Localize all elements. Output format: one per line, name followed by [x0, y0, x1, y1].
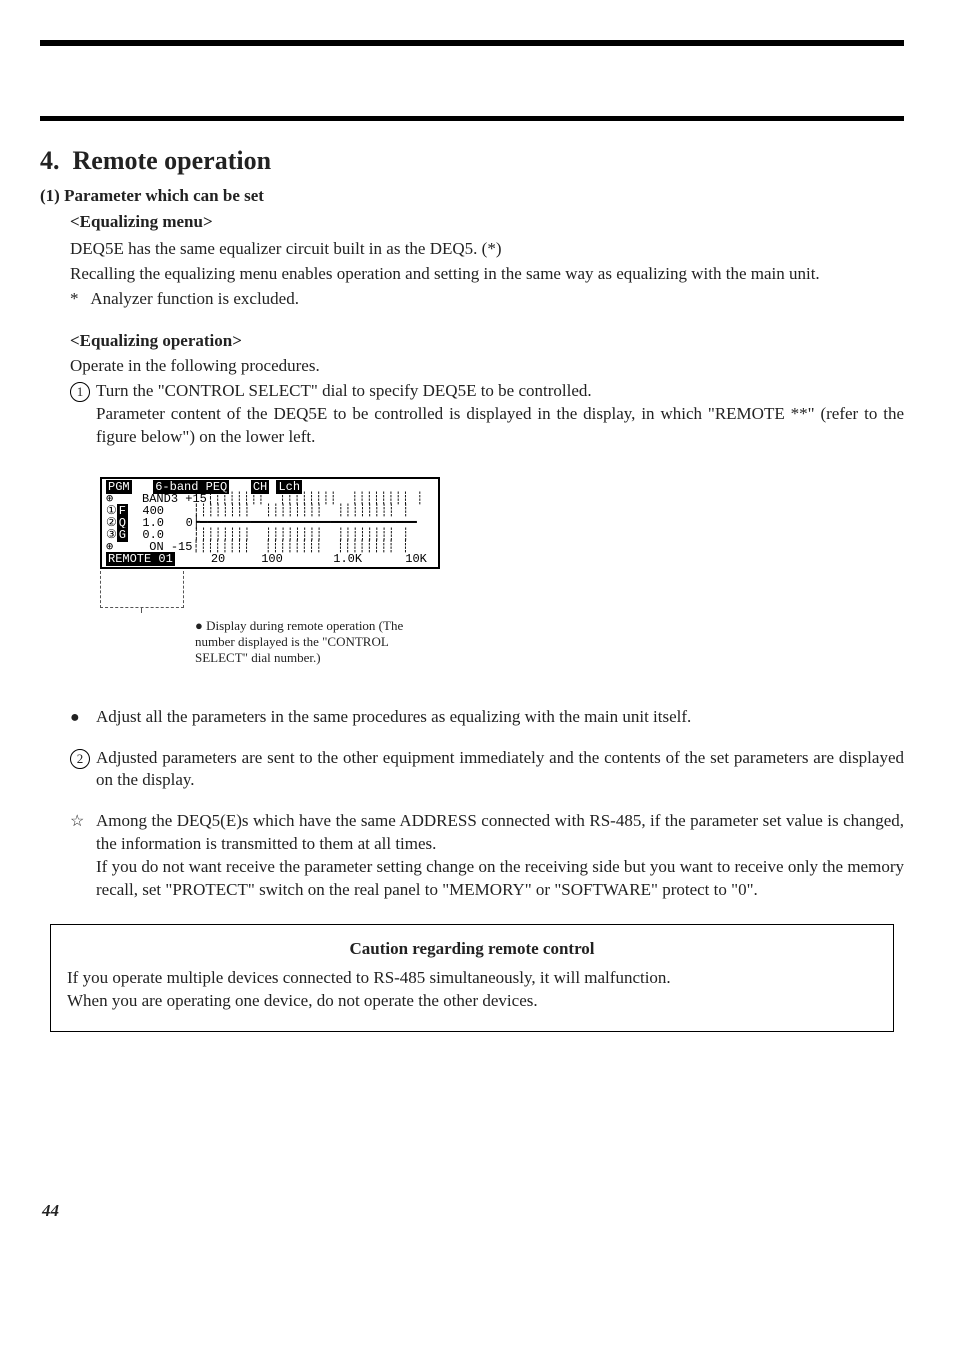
bullet-adjust: ● Adjust all the parameters in the same …: [70, 706, 904, 729]
lcd-ch-tag: CH: [251, 480, 269, 494]
lcd-axis: 20 100 1.0K 10K: [175, 552, 427, 566]
bullet-adjust-text: Adjust all the parameters in the same pr…: [96, 706, 904, 729]
step2-text: Adjusted parameters are sent to the othe…: [96, 747, 904, 793]
equalizing-menu-heading: <Equalizing menu>: [70, 212, 904, 232]
lcd-figure: PGM 6-band PEQ CH Lch ⊕ BAND3 +15┆┊┊┊┊┊┊…: [100, 477, 440, 666]
step-2: 2 Adjusted parameters are sent to the ot…: [70, 747, 904, 793]
lcd-scale-mid: 0: [171, 516, 193, 530]
lcd-remote: REMOTE 01: [106, 552, 175, 566]
page-number: 44: [42, 1201, 59, 1221]
bullet-icon: ●: [70, 709, 80, 726]
step1-line2: Parameter content of the DEQ5E to be con…: [96, 404, 904, 446]
caution-title: Caution regarding remote control: [67, 939, 877, 959]
section-number: 4.: [40, 146, 60, 175]
page-top-rule-2: [40, 116, 904, 121]
subsection-1-label: (1) Parameter which can be set: [40, 186, 904, 206]
circled-2-icon: 2: [70, 749, 90, 769]
caution-box: Caution regarding remote control If you …: [50, 924, 894, 1032]
step-1: 1 Turn the "CONTROL SELECT" dial to spec…: [70, 380, 904, 449]
star-note: ☆ Among the DEQ5(E)s which have the same…: [70, 810, 904, 902]
lcd-g-icon: G: [117, 528, 128, 542]
star-para2: If you do not want receive the parameter…: [96, 857, 904, 899]
lcd-caption-text: Display during remote operation (The num…: [195, 618, 403, 665]
star-para1: Among the DEQ5(E)s which have the same A…: [96, 811, 904, 853]
lcd-scale-top: +15: [185, 492, 207, 506]
page-top-rule-1: [40, 40, 904, 46]
caution-line1: If you operate multiple devices connecte…: [67, 967, 877, 990]
asterisk-marker: *: [70, 289, 79, 308]
lcd-caption: ● Display during remote operation (The n…: [195, 618, 440, 666]
step1-line1: Turn the "CONTROL SELECT" dial to specif…: [96, 381, 592, 400]
lcd-screen: PGM 6-band PEQ CH Lch ⊕ BAND3 +15┆┊┊┊┊┊┊…: [100, 477, 440, 569]
lcd-caption-bullet-icon: ●: [195, 618, 203, 633]
eq-menu-note: * Analyzer function is excluded.: [70, 288, 904, 311]
lcd-callout-box: [100, 571, 184, 608]
caution-line2: When you are operating one device, do no…: [67, 990, 877, 1013]
eq-menu-line1: DEQ5E has the same equalizer circuit bui…: [70, 238, 904, 261]
lcd-lch-tag: Lch: [276, 480, 302, 494]
star-icon: ☆: [70, 813, 84, 830]
equalizing-operation-heading: <Equalizing operation>: [70, 331, 904, 351]
eq-op-intro: Operate in the following procedures.: [70, 355, 904, 378]
section-title-text: Remote operation: [73, 146, 272, 175]
lcd-pgm-tag: PGM: [106, 480, 132, 494]
circled-1-icon: 1: [70, 382, 90, 402]
eq-menu-note-text: Analyzer function is excluded.: [90, 289, 299, 308]
eq-menu-line2: Recalling the equalizing menu enables op…: [70, 263, 904, 286]
section-title: 4. Remote operation: [40, 146, 904, 176]
